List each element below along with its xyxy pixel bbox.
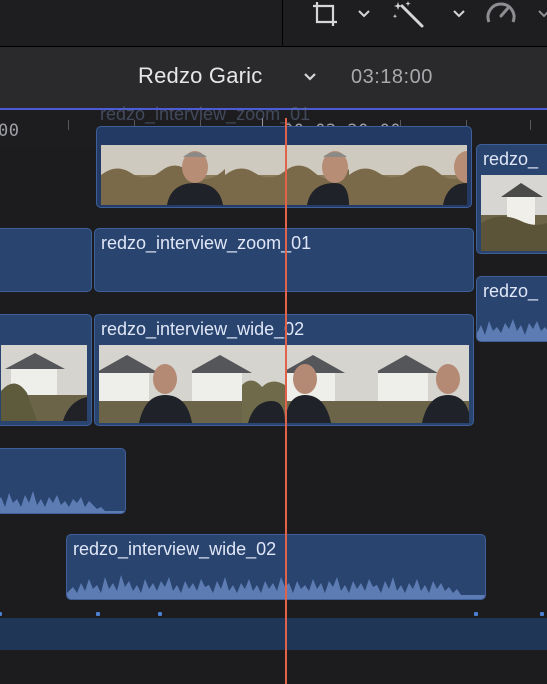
ruler-label-left: 00 xyxy=(0,121,20,141)
audio-waveform xyxy=(0,491,125,513)
video-thumbnail xyxy=(481,175,547,251)
video-thumbnail xyxy=(99,345,192,423)
clip-label-right-audio: redzo_ xyxy=(483,281,539,301)
video-thumbnail xyxy=(192,345,285,423)
video-thumbnail xyxy=(225,145,349,205)
marker-dot xyxy=(474,612,478,616)
crop-transform-icon[interactable] xyxy=(306,0,344,30)
timeline-header: Redzo Garic 03:18:00 xyxy=(0,46,547,109)
clip-zoom-01[interactable]: redzo_interview_zoom_01 xyxy=(94,228,474,292)
video-thumbnail xyxy=(285,345,378,423)
clip-thumbnail-strip xyxy=(1,345,87,421)
clip-thumbnail-strip xyxy=(101,145,467,205)
clip-right-audio[interactable]: redzo_ xyxy=(476,276,547,342)
effects-menu-chevron-icon[interactable] xyxy=(451,6,467,22)
audio-waveform xyxy=(477,319,547,341)
project-duration: 03:18:00 xyxy=(351,66,433,88)
toolbar xyxy=(0,0,547,46)
project-menu-chevron-icon[interactable] xyxy=(302,70,318,84)
clip-zoom-video-top[interactable] xyxy=(96,126,472,208)
toolbar-divider xyxy=(282,0,283,46)
playhead[interactable] xyxy=(285,118,287,684)
clip-label-right-top: redzo_ xyxy=(483,149,539,169)
clip-thumbnail-strip xyxy=(481,175,547,251)
clip-zoom-left-partial[interactable] xyxy=(0,228,92,292)
clip-label-wide-02-video: redzo_interview_wide_02 xyxy=(101,319,305,339)
clip-wide-02-audio[interactable]: redzo_interview_wide_02 xyxy=(66,534,486,600)
primary-storyline-band[interactable] xyxy=(0,618,547,650)
clip-label-faded: redzo_interview_zoom_01 xyxy=(100,104,311,124)
magic-wand-icon[interactable] xyxy=(390,0,430,30)
clip-thumbnail-strip xyxy=(99,345,469,423)
video-thumbnail xyxy=(378,345,469,423)
crop-menu-chevron-icon[interactable] xyxy=(356,6,372,22)
clip-label-zoom-01: redzo_interview_zoom_01 xyxy=(101,233,312,253)
clip-right-top[interactable]: redzo_ xyxy=(476,144,547,254)
marker-dot xyxy=(0,612,2,616)
speed-retime-icon[interactable] xyxy=(482,0,520,30)
clip-label-wide-02-audio: redzo_interview_wide_02 xyxy=(73,539,277,559)
project-title[interactable]: Redzo Garic xyxy=(138,63,262,89)
clip-wide-02-video[interactable]: redzo_interview_wide_02 xyxy=(94,314,474,426)
audio-waveform xyxy=(67,575,485,599)
video-thumbnail xyxy=(101,145,225,205)
ruler-tick xyxy=(530,120,531,130)
clip-wide-left-partial[interactable] xyxy=(0,314,92,426)
clip-audio-left-partial[interactable] xyxy=(0,448,126,514)
marker-dot xyxy=(158,612,162,616)
video-thumbnail xyxy=(349,145,467,205)
retime-menu-chevron-icon[interactable] xyxy=(536,6,547,22)
marker-dot xyxy=(540,612,544,616)
ruler-tick xyxy=(68,120,69,130)
video-thumbnail xyxy=(1,345,87,421)
marker-dot xyxy=(96,612,100,616)
